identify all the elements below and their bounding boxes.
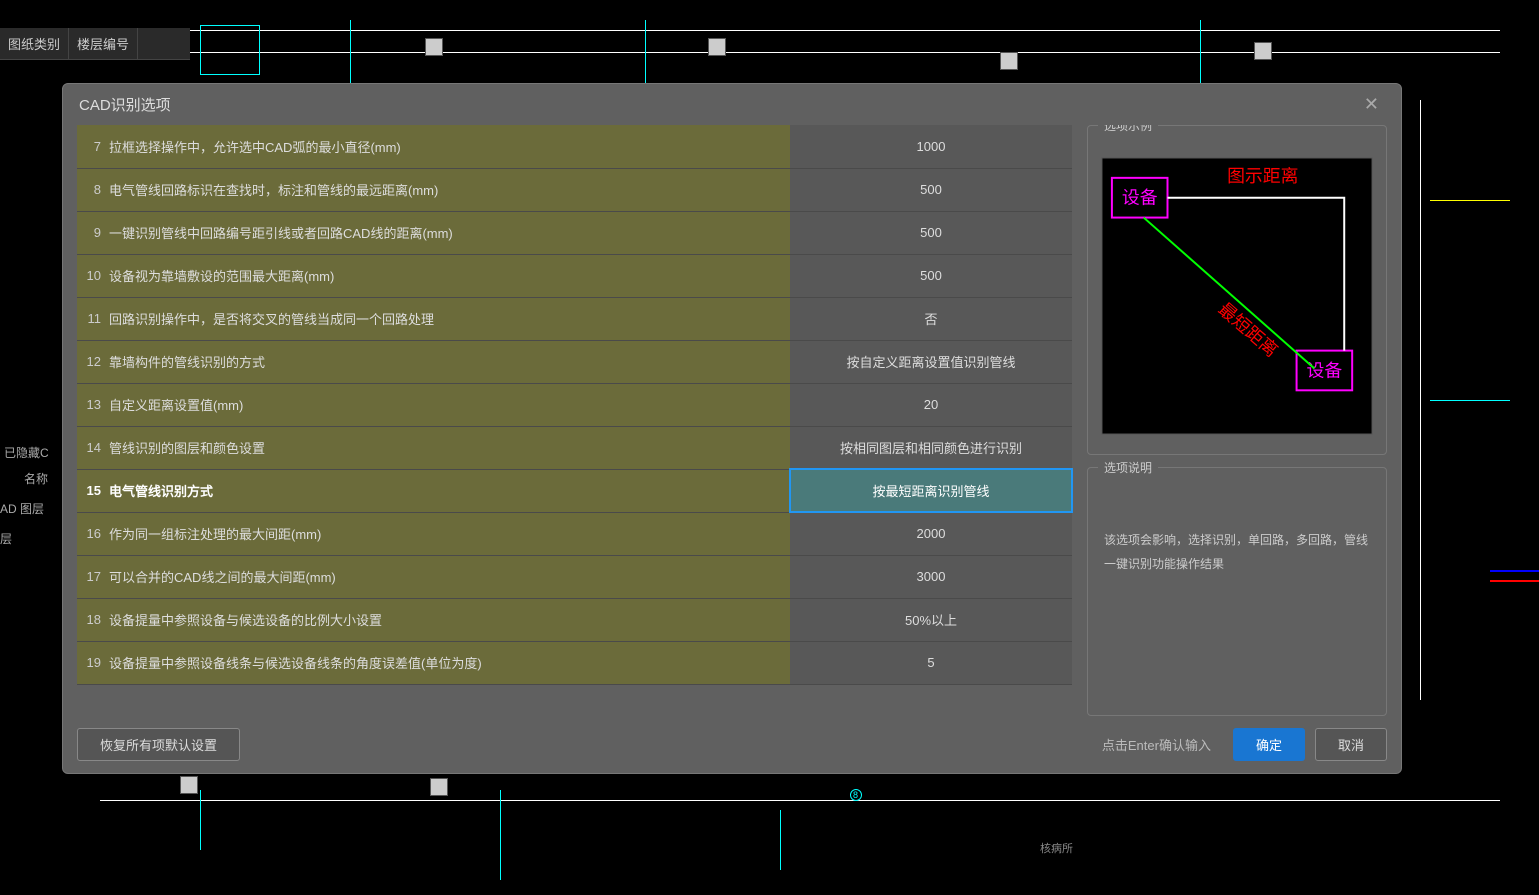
row-number: 11 — [77, 297, 105, 340]
row-value[interactable]: 20 — [790, 383, 1072, 426]
row-value[interactable]: 1000 — [790, 125, 1072, 168]
option-row[interactable]: 9一键识别管线中回路编号距引线或者回路CAD线的距离(mm)500 — [77, 211, 1072, 254]
option-row[interactable]: 17可以合并的CAD线之间的最大间距(mm)3000 — [77, 555, 1072, 598]
example-panel: 选项示例 设备 设备 图示距离 最短距离 — [1087, 125, 1387, 455]
description-panel: 选项说明 该选项会影响，选择识别，单回路，多回路，管线一键识别功能操作结果 — [1087, 467, 1387, 716]
row-number: 17 — [77, 555, 105, 598]
row-number: 19 — [77, 641, 105, 684]
row-label: 电气管线回路标识在查找时，标注和管线的最远距离(mm) — [105, 168, 790, 211]
row-label: 设备提量中参照设备线条与候选设备线条的角度误差值(单位为度) — [105, 641, 790, 684]
option-row[interactable]: 13自定义距离设置值(mm)20 — [77, 383, 1072, 426]
row-label: 回路识别操作中，是否将交叉的管线当成同一个回路处理 — [105, 297, 790, 340]
row-value[interactable]: 500 — [790, 211, 1072, 254]
option-row[interactable]: 14管线识别的图层和颜色设置按相同图层和相同颜色进行识别 — [77, 426, 1072, 469]
row-number: 16 — [77, 512, 105, 555]
option-row[interactable]: 7拉框选择操作中，允许选中CAD弧的最小直径(mm)1000 — [77, 125, 1072, 168]
cad-options-dialog: CAD识别选项 ✕ 7拉框选择操作中，允许选中CAD弧的最小直径(mm)1000… — [62, 83, 1402, 774]
options-table-wrap: 7拉框选择操作中，允许选中CAD弧的最小直径(mm)10008电气管线回路标识在… — [77, 125, 1073, 716]
option-row[interactable]: 15电气管线识别方式按最短距离识别管线 — [77, 469, 1072, 512]
row-number: 18 — [77, 598, 105, 641]
row-value[interactable]: 按自定义距离设置值识别管线 — [790, 340, 1072, 383]
row-value[interactable]: 500 — [790, 168, 1072, 211]
name-label: 名称 — [24, 470, 48, 487]
row-label: 管线识别的图层和颜色设置 — [105, 426, 790, 469]
svg-text:设备: 设备 — [1122, 188, 1158, 208]
row-value[interactable]: 2000 — [790, 512, 1072, 555]
row-number: 7 — [77, 125, 105, 168]
row-number: 9 — [77, 211, 105, 254]
row-value[interactable]: 5 — [790, 641, 1072, 684]
row-value[interactable]: 按相同图层和相同颜色进行识别 — [790, 426, 1072, 469]
option-row[interactable]: 16作为同一组标注处理的最大间距(mm)2000 — [77, 512, 1072, 555]
example-panel-title: 选项示例 — [1098, 125, 1158, 134]
row-label: 设备视为靠墙敷设的范围最大距离(mm) — [105, 254, 790, 297]
row-label: 设备提量中参照设备与候选设备的比例大小设置 — [105, 598, 790, 641]
row-value[interactable]: 按最短距离识别管线 — [790, 469, 1072, 512]
description-text: 该选项会影响，选择识别，单回路，多回路，管线一键识别功能操作结果 — [1098, 478, 1376, 576]
row-label: 作为同一组标注处理的最大间距(mm) — [105, 512, 790, 555]
enter-hint: 点击Enter确认输入 — [1102, 735, 1211, 754]
row-label: 靠墙构件的管线识别的方式 — [105, 340, 790, 383]
hidden-label: 已隐藏C — [0, 440, 53, 465]
close-icon[interactable]: ✕ — [1358, 94, 1385, 115]
options-table: 7拉框选择操作中，允许选中CAD弧的最小直径(mm)10008电气管线回路标识在… — [77, 125, 1073, 685]
option-row[interactable]: 8电气管线回路标识在查找时，标注和管线的最远距离(mm)500 — [77, 168, 1072, 211]
row-label: 拉框选择操作中，允许选中CAD弧的最小直径(mm) — [105, 125, 790, 168]
cancel-button[interactable]: 取消 — [1315, 728, 1387, 761]
row-label: 电气管线识别方式 — [105, 469, 790, 512]
svg-text:图示距离: 图示距离 — [1227, 166, 1298, 186]
description-panel-title: 选项说明 — [1098, 459, 1158, 476]
row-value[interactable]: 否 — [790, 297, 1072, 340]
col-header-drawing-type[interactable]: 图纸类别 — [0, 28, 69, 59]
row-number: 12 — [77, 340, 105, 383]
option-row[interactable]: 19设备提量中参照设备线条与候选设备线条的角度误差值(单位为度)5 — [77, 641, 1072, 684]
ok-button[interactable]: 确定 — [1233, 728, 1305, 761]
option-row[interactable]: 18设备提量中参照设备与候选设备的比例大小设置50%以上 — [77, 598, 1072, 641]
layer-label: 层 — [0, 530, 12, 547]
row-label: 自定义距离设置值(mm) — [105, 383, 790, 426]
row-number: 14 — [77, 426, 105, 469]
row-number: 13 — [77, 383, 105, 426]
row-label: 可以合并的CAD线之间的最大间距(mm) — [105, 555, 790, 598]
option-row[interactable]: 12靠墙构件的管线识别的方式按自定义距离设置值识别管线 — [77, 340, 1072, 383]
col-header-floor-num[interactable]: 楼层编号 — [69, 28, 138, 59]
row-value[interactable]: 500 — [790, 254, 1072, 297]
example-diagram: 设备 设备 图示距离 最短距离 — [1098, 142, 1376, 450]
row-value[interactable]: 50%以上 — [790, 598, 1072, 641]
row-number: 8 — [77, 168, 105, 211]
svg-text:设备: 设备 — [1307, 360, 1343, 380]
row-label: 一键识别管线中回路编号距引线或者回路CAD线的距离(mm) — [105, 211, 790, 254]
row-number: 10 — [77, 254, 105, 297]
row-number: 15 — [77, 469, 105, 512]
row-value[interactable]: 3000 — [790, 555, 1072, 598]
option-row[interactable]: 10设备视为靠墙敷设的范围最大距离(mm)500 — [77, 254, 1072, 297]
option-row[interactable]: 11回路识别操作中，是否将交叉的管线当成同一个回路处理否 — [77, 297, 1072, 340]
restore-defaults-button[interactable]: 恢复所有项默认设置 — [77, 728, 240, 761]
dialog-title: CAD识别选项 — [79, 94, 171, 115]
cad-layer-label: AD 图层 — [0, 500, 44, 517]
